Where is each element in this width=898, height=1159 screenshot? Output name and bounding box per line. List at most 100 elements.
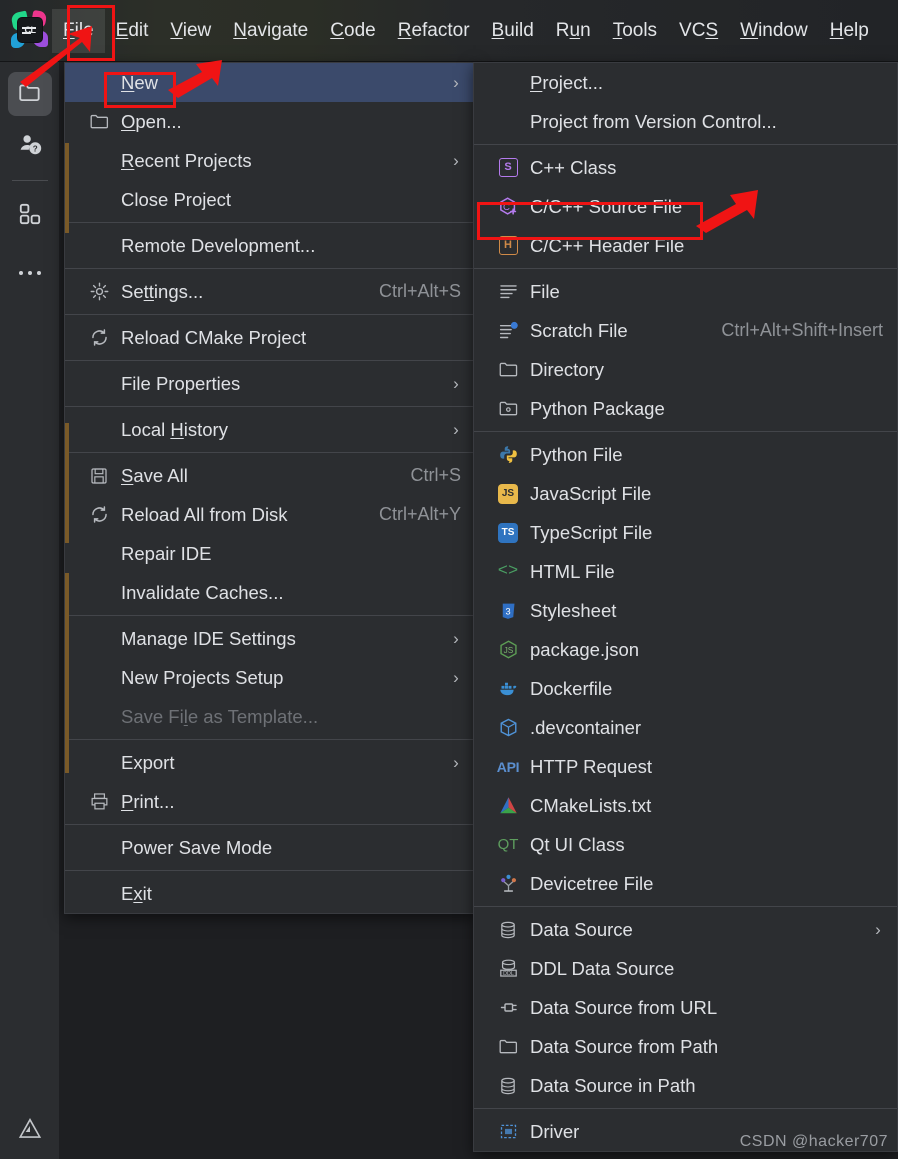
refresh-icon (85, 505, 113, 525)
learn-help-icon: ? (17, 130, 44, 162)
menubar-item-run[interactable]: Run (545, 9, 602, 53)
new-menu-item-directory[interactable]: Directory (474, 350, 897, 389)
new-menu-item-data-source-in-path[interactable]: Data Source in Path (474, 1066, 897, 1105)
ddl-data-source-icon: DDL (494, 959, 522, 979)
menubar-item-help[interactable]: Help (819, 9, 880, 53)
new-menu-item-devicetree-file[interactable]: Devicetree File (474, 864, 897, 903)
new-menu-item-qt-ui-class[interactable]: QT Qt UI Class (474, 825, 897, 864)
folder-icon (494, 1037, 522, 1057)
new-menu-item-project-from-version-control[interactable]: Project from Version Control... (474, 102, 897, 141)
no-icon (85, 668, 113, 688)
no-icon (85, 544, 113, 564)
menu-item-label: package.json (530, 638, 640, 660)
sidebar-item-project[interactable] (8, 72, 52, 116)
new-menu-item-python-package[interactable]: Python Package (474, 389, 897, 428)
menubar-item-code[interactable]: Code (319, 9, 386, 53)
directory-icon (494, 360, 522, 380)
menubar-item-vcs[interactable]: VCS (668, 9, 729, 53)
no-icon (85, 151, 113, 171)
file-menu-item-open[interactable]: Open... (65, 102, 475, 141)
chevron-right-icon: › (453, 373, 459, 393)
file-menu-item-close-project[interactable]: Close Project (65, 180, 475, 219)
svg-text:JS: JS (503, 645, 513, 655)
new-menu-item-data-source-from-path[interactable]: Data Source from Path (474, 1027, 897, 1066)
file-menu-item-manage-ide-settings[interactable]: Manage IDE Settings › (65, 619, 475, 658)
menubar-item-view[interactable]: View (159, 9, 222, 53)
plugins-grid-icon (17, 201, 43, 232)
new-menu-item-ddl-data-source[interactable]: DDL DDL Data Source (474, 949, 897, 988)
svg-text:?: ? (32, 144, 37, 153)
new-menu-item-javascript-file[interactable]: JS JavaScript File (474, 474, 897, 513)
new-menu-item-data-source[interactable]: Data Source › (474, 910, 897, 949)
sidebar-item-plugins[interactable] (8, 194, 52, 238)
file-menu-item-reload-cmake-project[interactable]: Reload CMake Project (65, 318, 475, 357)
file-menu-item-save-all[interactable]: Save All Ctrl+S (65, 456, 475, 495)
new-menu-item-data-source-from-url[interactable]: Data Source from URL (474, 988, 897, 1027)
folder-icon (85, 112, 113, 132)
gear-icon (85, 282, 113, 302)
file-menu-item-local-history[interactable]: Local History › (65, 410, 475, 449)
menu-item-label: Devicetree File (530, 872, 654, 894)
file-menu-item-settings[interactable]: Settings... Ctrl+Alt+S (65, 272, 475, 311)
menubar-item-label: Tools (612, 19, 658, 41)
file-dropdown-menu[interactable]: New › Open... Recent Projects › Close Project… (64, 62, 476, 914)
file-menu-item-export[interactable]: Export › (65, 743, 475, 782)
menu-separator (474, 144, 897, 145)
file-menu-item-new[interactable]: New › (65, 63, 475, 102)
new-menu-item-cmakelists-txt[interactable]: CMakeLists.txt (474, 786, 897, 825)
menubar-item-tools[interactable]: Tools (602, 9, 668, 53)
no-icon (85, 374, 113, 394)
menubar-item-build[interactable]: Build (481, 9, 545, 53)
typescript-file-icon: TS (494, 522, 522, 543)
menu-item-label: C/C++ Source File (530, 195, 683, 217)
menu-item-label: New (121, 71, 159, 93)
svg-text:DDL: DDL (503, 971, 514, 977)
file-menu-item-recent-projects[interactable]: Recent Projects › (65, 141, 475, 180)
chevron-right-icon: › (453, 667, 459, 687)
new-menu-item-stylesheet[interactable]: 3 Stylesheet (474, 591, 897, 630)
new-menu-item-c-c-source-file[interactable]: C C/C++ Source File (474, 187, 897, 226)
new-menu-item-http-request[interactable]: API HTTP Request (474, 747, 897, 786)
menubar-item-window[interactable]: Window (729, 9, 819, 53)
menubar-item-edit[interactable]: Edit (105, 9, 160, 53)
database-icon (494, 920, 522, 940)
file-menu-item-exit[interactable]: Exit (65, 874, 475, 913)
new-menu-item-c-c-header-file[interactable]: H C/C++ Header File (474, 226, 897, 265)
warning-triangle-icon[interactable] (16, 1115, 44, 1143)
new-menu-item-python-file[interactable]: Python File (474, 435, 897, 474)
file-menu-item-save-file-as-template: Save File as Template... (65, 697, 475, 736)
new-menu-item-dockerfile[interactable]: Dockerfile (474, 669, 897, 708)
file-menu-item-new-projects-setup[interactable]: New Projects Setup › (65, 658, 475, 697)
new-menu-item-typescript-file[interactable]: TS TypeScript File (474, 513, 897, 552)
file-menu-item-reload-all-from-disk[interactable]: Reload All from Disk Ctrl+Alt+Y (65, 495, 475, 534)
file-menu-item-file-properties[interactable]: File Properties › (65, 364, 475, 403)
file-menu-item-power-save-mode[interactable]: Power Save Mode (65, 828, 475, 867)
new-submenu[interactable]: Project... Project from Version Control..… (473, 62, 898, 1152)
menu-item-label: TypeScript File (530, 521, 653, 543)
file-menu-item-repair-ide[interactable]: Repair IDE (65, 534, 475, 573)
no-icon (85, 236, 113, 256)
new-menu-item-file[interactable]: File (474, 272, 897, 311)
file-menu-item-print[interactable]: Print... (65, 782, 475, 821)
menubar-item-file[interactable]: File (52, 8, 105, 53)
menubar-item-label: Window (740, 19, 808, 41)
more-ellipsis-icon (17, 265, 43, 283)
svg-text:C: C (503, 201, 510, 212)
new-menu-item-scratch-file[interactable]: Scratch File Ctrl+Alt+Shift+Insert (474, 311, 897, 350)
new-menu-item-devcontainer[interactable]: .devcontainer (474, 708, 897, 747)
devcontainer-cube-icon (494, 718, 522, 738)
menu-item-label: DDL Data Source (530, 957, 675, 979)
new-menu-item-html-file[interactable]: <> HTML File (474, 552, 897, 591)
menu-item-label: Export (121, 751, 175, 773)
file-menu-item-remote-development[interactable]: Remote Development... (65, 226, 475, 265)
sidebar-item-more[interactable] (8, 252, 52, 296)
new-menu-item-c-class[interactable]: S C++ Class (474, 148, 897, 187)
menu-item-label: Directory (530, 358, 605, 380)
new-menu-item-package-json[interactable]: JS package.json (474, 630, 897, 669)
menubar-item-navigate[interactable]: Navigate (222, 9, 319, 53)
menubar-item-refactor[interactable]: Refactor (387, 9, 481, 53)
file-menu-item-invalidate-caches[interactable]: Invalidate Caches... (65, 573, 475, 612)
new-menu-item-project[interactable]: Project... (474, 63, 897, 102)
sidebar-item-learn[interactable]: ? (8, 124, 52, 168)
menu-item-label: Data Source from URL (530, 996, 718, 1018)
